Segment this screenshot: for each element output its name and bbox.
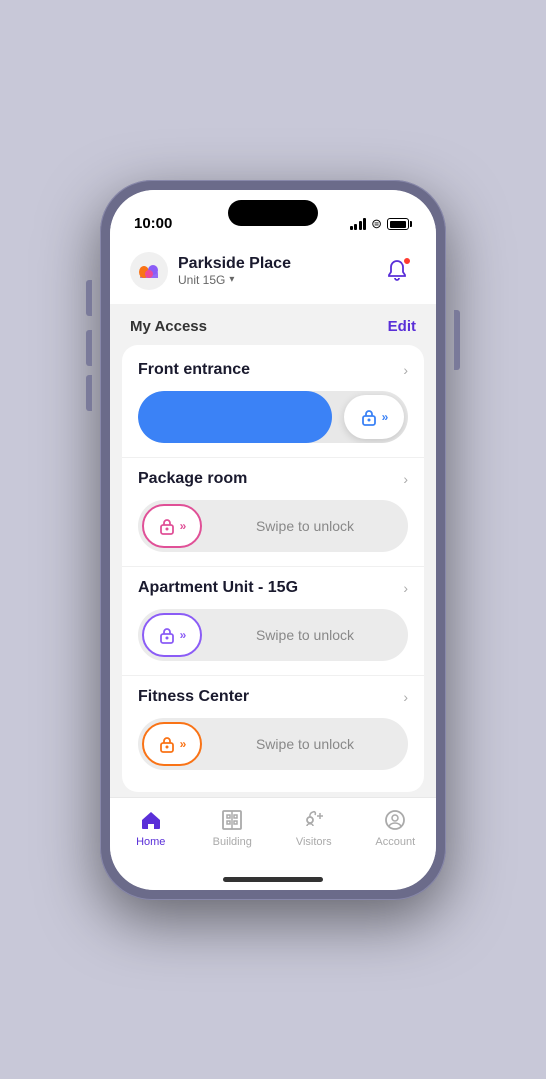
access-item-header: Front entrance ›: [138, 361, 408, 379]
notification-bell-button[interactable]: [378, 252, 416, 290]
nav-item-home[interactable]: Home: [110, 808, 192, 848]
nav-item-account[interactable]: Account: [355, 808, 437, 848]
swipe-track-package[interactable]: » Swipe to unlock: [138, 500, 408, 552]
lock-icon-3: [158, 626, 176, 644]
notification-dot: [402, 256, 412, 266]
nav-label-account: Account: [375, 836, 415, 848]
nav-label-home: Home: [136, 836, 165, 848]
lock-icon: [360, 408, 378, 426]
access-item-apartment: Apartment Unit - 15G › » Swipe to: [122, 566, 424, 675]
unit-label: Unit 15G: [178, 273, 225, 287]
chevron-right-icon-4[interactable]: ›: [403, 689, 408, 705]
unit-row[interactable]: Unit 15G ▾: [178, 273, 291, 287]
main-content: My Access Edit Front entrance ›: [110, 304, 436, 797]
app-header: Parkside Place Unit 15G ▾: [110, 240, 436, 304]
chevron-right-icon-2[interactable]: ›: [403, 471, 408, 487]
account-nav-icon: [383, 808, 407, 832]
section-header: My Access Edit: [110, 304, 436, 345]
header-text: Parkside Place Unit 15G ▾: [178, 255, 291, 287]
header-left: Parkside Place Unit 15G ▾: [130, 252, 291, 290]
access-item-header-2: Package room ›: [138, 470, 408, 488]
phone-screen: 10:00 ⊜: [110, 190, 436, 890]
home-indicator-area: [110, 877, 436, 890]
swipe-track-fitness[interactable]: » Swipe to unlock: [138, 718, 408, 770]
access-item-package-room: Package room › » Swipe to unlock: [122, 457, 424, 566]
swipe-label-fitness: Swipe to unlock: [202, 736, 408, 752]
visitors-nav-icon: [302, 808, 326, 832]
swipe-fill: [138, 391, 332, 443]
edit-button[interactable]: Edit: [388, 318, 416, 335]
nav-label-building: Building: [213, 836, 252, 848]
chevrons-icon-2: »: [180, 519, 187, 533]
status-icons: ⊜: [350, 216, 412, 232]
lock-button-fitness[interactable]: »: [142, 722, 202, 766]
app-logo: [130, 252, 168, 290]
chevrons-icon-3: »: [180, 628, 187, 642]
bottom-nav: Home Building: [110, 797, 436, 877]
lock-button-package[interactable]: »: [142, 504, 202, 548]
chevron-right-icon-3[interactable]: ›: [403, 580, 408, 596]
section-title: My Access: [130, 318, 207, 335]
swipe-track-apartment[interactable]: » Swipe to unlock: [138, 609, 408, 661]
status-time: 10:00: [134, 215, 172, 232]
lock-icon-4: [158, 735, 176, 753]
building-nav-icon: [220, 808, 244, 832]
home-nav-icon: [139, 808, 163, 832]
swipe-label-apartment: Swipe to unlock: [202, 627, 408, 643]
nav-label-visitors: Visitors: [296, 836, 332, 848]
lock-button-apartment[interactable]: »: [142, 613, 202, 657]
access-item-header-4: Fitness Center ›: [138, 688, 408, 706]
signal-icon: [350, 217, 367, 230]
lock-icon-2: [158, 517, 176, 535]
lock-button-front[interactable]: »: [344, 395, 404, 439]
access-item-fitness: Fitness Center › » Swipe to unloc: [122, 675, 424, 784]
nav-item-visitors[interactable]: Visitors: [273, 808, 355, 848]
dynamic-island: [228, 200, 318, 226]
access-item-name-3: Apartment Unit - 15G: [138, 579, 298, 597]
chevrons-icon: »: [382, 410, 389, 424]
home-indicator: [223, 877, 323, 882]
access-item-name-4: Fitness Center: [138, 688, 249, 706]
wifi-icon: ⊜: [371, 216, 382, 232]
chevron-down-icon: ▾: [229, 274, 234, 285]
swipe-track-front[interactable]: »: [138, 391, 408, 443]
access-item-header-3: Apartment Unit - 15G ›: [138, 579, 408, 597]
phone-frame: 10:00 ⊜: [100, 180, 446, 900]
access-item-front-entrance: Front entrance › »: [122, 349, 424, 457]
access-item-name-2: Package room: [138, 470, 247, 488]
chevron-right-icon[interactable]: ›: [403, 362, 408, 378]
nav-item-building[interactable]: Building: [192, 808, 274, 848]
battery-icon: [387, 218, 412, 230]
chevrons-icon-4: »: [180, 737, 187, 751]
access-card: Front entrance › »: [122, 345, 424, 792]
swipe-label-package: Swipe to unlock: [202, 518, 408, 534]
app-name: Parkside Place: [178, 255, 291, 273]
access-item-name: Front entrance: [138, 361, 250, 379]
